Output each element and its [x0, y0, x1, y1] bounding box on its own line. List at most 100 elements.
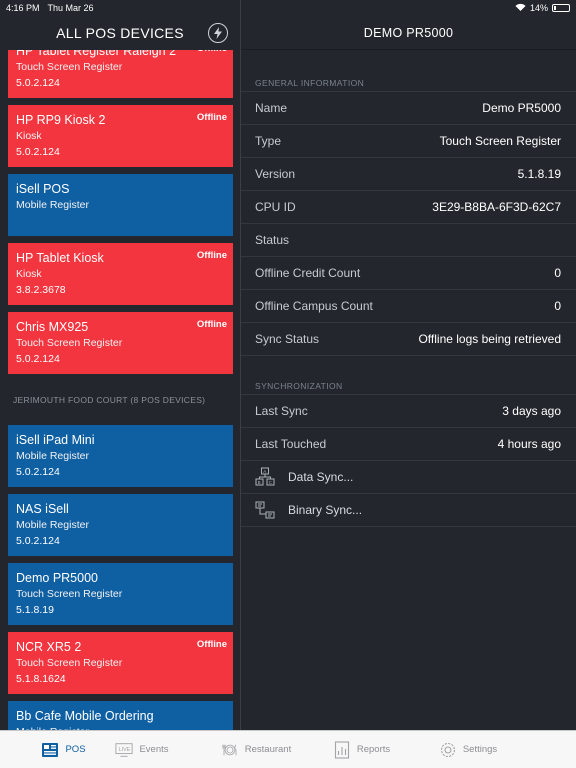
general-information-list: Name Demo PR5000 Type Touch Screen Register…	[241, 91, 576, 356]
action-label: Binary Sync...	[288, 503, 363, 517]
tab-events[interactable]: LIVE Events	[87, 731, 197, 768]
device-name: HP Tablet Kiosk	[16, 251, 104, 265]
device-version: 5.0.2.124	[16, 77, 60, 89]
status-time: 4:16 PM	[6, 3, 40, 13]
row-value: 0	[554, 266, 561, 280]
info-row: Name Demo PR5000	[241, 92, 576, 125]
tab-label: POS	[65, 744, 86, 755]
device-card[interactable]: HP Tablet Kiosk Kiosk 3.8.2.3678 Offline	[8, 243, 233, 305]
device-list-title: ALL POS DEVICES	[56, 25, 184, 41]
device-card[interactable]: iSell iPad Mini Mobile Register 5.0.2.124	[8, 425, 233, 487]
device-version: 5.0.2.124	[16, 535, 60, 547]
synchronization-list: Last Sync 3 days ago Last Touched 4 hours a…	[241, 394, 576, 527]
device-version: 5.1.8.1624	[16, 673, 66, 685]
svg-text:B: B	[258, 480, 261, 485]
sync-row: Last Touched 4 hours ago	[241, 428, 576, 461]
battery-percent: 14%	[529, 3, 548, 13]
info-row: Offline Campus Count 0	[241, 290, 576, 323]
device-name: iSell POS	[16, 182, 70, 196]
info-row: Version 5.1.8.19	[241, 158, 576, 191]
battery-icon	[552, 4, 570, 12]
tab-reports[interactable]: Reports	[315, 731, 408, 768]
device-type: Kiosk	[16, 130, 42, 142]
device-list-header: ALL POS DEVICES	[0, 16, 240, 50]
offline-badge: Offline	[196, 639, 227, 650]
device-type: Kiosk	[16, 268, 42, 280]
row-label: Last Sync	[255, 404, 308, 418]
svg-text:LIVE: LIVE	[119, 746, 131, 752]
device-detail-pane: DEMO PR5000 GENERAL INFORMATION Name Demo…	[241, 0, 576, 730]
row-label: Version	[255, 167, 296, 181]
row-value: Touch Screen Register	[439, 134, 561, 148]
row-value: 0	[554, 299, 561, 313]
device-type: Mobile Register	[16, 199, 89, 211]
row-label: Sync Status	[255, 332, 320, 346]
device-version: 3.8.2.3678	[16, 284, 66, 296]
offline-badge: Offline	[196, 112, 227, 123]
tab-pos[interactable]: POS	[0, 731, 87, 768]
device-name: NCR XR5 2	[16, 640, 82, 654]
device-type: Mobile Register	[16, 450, 89, 462]
status-date: Thu Mar 26	[47, 3, 94, 13]
reports-icon	[333, 740, 351, 759]
sync-row: Last Sync 3 days ago	[241, 395, 576, 428]
data-sync-button[interactable]: A B C Data Sync...	[241, 461, 576, 494]
device-card[interactable]: Chris MX925 Touch Screen Register 5.0.2.12…	[8, 312, 233, 374]
svg-text:C: C	[269, 480, 273, 485]
row-value: 3E29-B8BA-6F3D-62C7	[432, 200, 561, 214]
offline-badge: Offline	[196, 319, 227, 330]
device-version: 5.1.8.19	[16, 604, 54, 616]
offline-badge: Offline	[196, 250, 227, 261]
tab-settings[interactable]: Settings	[408, 731, 528, 768]
info-row: Status	[241, 224, 576, 257]
device-card[interactable]: iSell POS Mobile Register	[8, 174, 233, 236]
device-card[interactable]: HP RP9 Kiosk 2 Kiosk 5.0.2.124 Offline	[8, 105, 233, 167]
row-value: 3 days ago	[502, 404, 561, 418]
device-type: Touch Screen Register	[16, 61, 123, 73]
device-card[interactable]: NAS iSell Mobile Register 5.0.2.124	[8, 494, 233, 556]
data-sync-icon: A B C	[255, 467, 275, 487]
binary-sync-icon	[255, 500, 275, 520]
device-card[interactable]: NCR XR5 2 Touch Screen Register 5.1.8.1624…	[8, 632, 233, 694]
tab-label: Events	[139, 744, 169, 755]
row-label: Status	[255, 233, 290, 247]
tab-label: Restaurant	[244, 744, 292, 755]
device-version: 5.0.2.124	[16, 466, 60, 478]
info-row: Sync Status Offline logs being retrieved	[241, 323, 576, 356]
device-name: Bb Cafe Mobile Ordering	[16, 709, 154, 723]
device-detail-header: DEMO PR5000	[241, 16, 576, 50]
device-card[interactable]: Bb Cafe Mobile OrderingMobile Register	[8, 701, 233, 730]
group-header: JERIMOUTH FOOD COURT (8 POS DEVICES)	[13, 395, 206, 405]
live-icon: LIVE	[115, 741, 134, 759]
device-name: iSell iPad Mini	[16, 433, 95, 447]
device-name: NAS iSell	[16, 502, 69, 516]
row-label: Offline Credit Count	[255, 266, 361, 280]
row-value: Offline logs being retrieved	[418, 332, 561, 346]
pos-icon	[41, 741, 59, 759]
device-type: Mobile Register	[16, 519, 89, 531]
device-type: Touch Screen Register	[16, 337, 123, 349]
row-value: 4 hours ago	[497, 437, 561, 451]
device-card[interactable]: Demo PR5000 Touch Screen Register 5.1.8.19	[8, 563, 233, 625]
status-bar: 4:16 PM Thu Mar 26 14%	[0, 0, 576, 16]
device-detail-title: DEMO PR5000	[363, 25, 454, 40]
wifi-icon	[515, 3, 526, 13]
info-row: Type Touch Screen Register	[241, 125, 576, 158]
tab-label: Settings	[462, 744, 498, 755]
device-name: HP RP9 Kiosk 2	[16, 113, 106, 127]
device-name: Demo PR5000	[16, 571, 98, 585]
row-label: Last Touched	[255, 437, 327, 451]
info-row: CPU ID 3E29-B8BA-6F3D-62C7	[241, 191, 576, 224]
binary-sync-button[interactable]: Binary Sync...	[241, 494, 576, 527]
row-label: Offline Campus Count	[255, 299, 373, 313]
action-label: Data Sync...	[288, 470, 354, 484]
row-label: Type	[255, 134, 282, 148]
synchronization-label: SYNCHRONIZATION	[255, 381, 343, 391]
restaurant-icon	[221, 741, 239, 759]
tab-restaurant[interactable]: Restaurant	[197, 731, 315, 768]
device-version: 5.0.2.124	[16, 146, 60, 158]
tab-label: Reports	[356, 744, 391, 755]
tab-bar: POS LIVE Events Restaurant Reports Settings	[0, 730, 576, 768]
row-value: Demo PR5000	[482, 101, 561, 115]
lightning-icon[interactable]	[208, 23, 228, 43]
